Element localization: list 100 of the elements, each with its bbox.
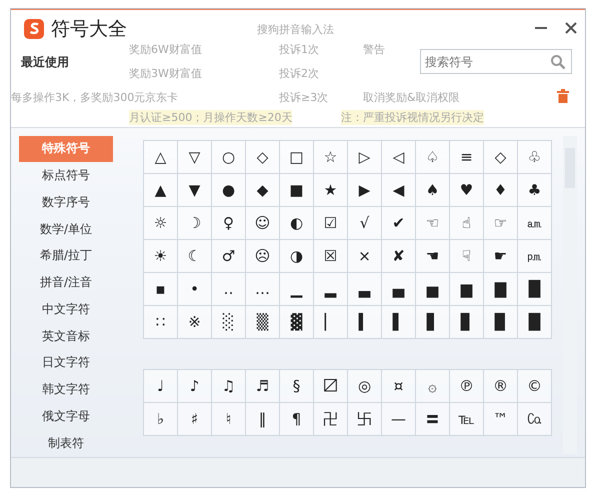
symbol-cell[interactable]: ۞: [416, 370, 450, 403]
symbol-cell[interactable]: ㏂: [518, 207, 552, 240]
symbol-cell[interactable]: ▂: [314, 273, 348, 306]
category-tab[interactable]: 英文音标: [19, 323, 113, 349]
symbol-cell[interactable]: ♬: [246, 370, 280, 403]
symbol-cell[interactable]: ‥: [212, 273, 246, 306]
symbol-cell[interactable]: △: [144, 141, 178, 174]
category-tab[interactable]: 日文字符: [19, 350, 113, 376]
symbol-cell[interactable]: █: [518, 306, 552, 339]
symbol-cell[interactable]: ▷: [348, 141, 382, 174]
symbol-cell[interactable]: …: [246, 273, 280, 306]
symbol-cell[interactable]: 卍: [314, 403, 348, 436]
symbol-cell[interactable]: ☹: [246, 240, 280, 273]
category-tab[interactable]: 俄文字母: [19, 404, 113, 430]
trash-icon[interactable]: [557, 89, 569, 103]
symbol-cell[interactable]: ☺: [246, 207, 280, 240]
symbol-cell[interactable]: ◀: [382, 174, 416, 207]
symbol-cell[interactable]: ▉: [484, 306, 518, 339]
symbol-cell[interactable]: ♮: [212, 403, 246, 436]
symbol-cell[interactable]: ♣: [518, 174, 552, 207]
symbol-cell[interactable]: ♪: [178, 370, 212, 403]
symbol-cell[interactable]: ▇: [484, 273, 518, 306]
symbol-cell[interactable]: ™: [484, 403, 518, 436]
symbol-cell[interactable]: •: [178, 273, 212, 306]
symbol-cell[interactable]: ☀: [144, 240, 178, 273]
symbol-cell[interactable]: ㏘: [518, 240, 552, 273]
symbol-cell[interactable]: ▍: [348, 306, 382, 339]
symbol-cell[interactable]: ☾: [178, 240, 212, 273]
symbol-cell[interactable]: ☜: [416, 207, 450, 240]
symbol-cell[interactable]: ☟: [450, 240, 484, 273]
symbol-cell[interactable]: ✘: [382, 240, 416, 273]
symbol-cell[interactable]: ☼: [144, 207, 178, 240]
symbol-cell[interactable]: ×: [348, 240, 382, 273]
symbol-cell[interactable]: ∷: [144, 306, 178, 339]
category-tab[interactable]: 标点符号: [19, 162, 113, 188]
symbol-cell[interactable]: ▋: [416, 306, 450, 339]
symbol-cell[interactable]: ●: [212, 174, 246, 207]
symbol-cell[interactable]: 卐: [348, 403, 382, 436]
search-field[interactable]: 搜索符号: [420, 49, 572, 74]
symbol-cell[interactable]: √: [348, 207, 382, 240]
category-tab[interactable]: 拼音/注音: [19, 270, 113, 296]
symbol-cell[interactable]: ◎: [348, 370, 382, 403]
symbol-cell[interactable]: █: [518, 273, 552, 306]
symbol-cell[interactable]: ◑: [280, 240, 314, 273]
symbol-cell[interactable]: ◇: [246, 141, 280, 174]
symbol-cell[interactable]: ▁: [280, 273, 314, 306]
symbol-cell[interactable]: ♤: [416, 141, 450, 174]
symbol-cell[interactable]: ♠: [416, 174, 450, 207]
symbol-cell[interactable]: ©: [518, 370, 552, 403]
symbol-cell[interactable]: ☒: [314, 240, 348, 273]
symbol-cell[interactable]: ▄: [382, 273, 416, 306]
category-tab[interactable]: 中文字符: [19, 296, 113, 322]
symbol-cell[interactable]: ▶: [348, 174, 382, 207]
category-tab[interactable]: 数学/单位: [19, 216, 113, 242]
category-tab[interactable]: 数字序号: [19, 190, 113, 216]
symbol-cell[interactable]: ▼: [178, 174, 212, 207]
symbol-cell[interactable]: ░: [212, 306, 246, 339]
symbol-cell[interactable]: ♭: [144, 403, 178, 436]
symbol-cell[interactable]: ▓: [280, 306, 314, 339]
symbol-cell[interactable]: ☚: [416, 240, 450, 273]
symbol-cell[interactable]: ▅: [416, 273, 450, 306]
symbol-cell[interactable]: ♯: [178, 403, 212, 436]
symbol-cell[interactable]: ♂: [212, 240, 246, 273]
symbol-cell[interactable]: ◇: [484, 141, 518, 174]
symbol-cell[interactable]: ㏇: [518, 403, 552, 436]
symbol-cell[interactable]: —: [382, 403, 416, 436]
symbol-cell[interactable]: ■: [280, 174, 314, 207]
symbol-cell[interactable]: ▪: [144, 273, 178, 306]
symbol-cell[interactable]: ☽: [178, 207, 212, 240]
symbol-cell[interactable]: ▽: [178, 141, 212, 174]
category-tab[interactable]: 制表符: [19, 430, 113, 456]
symbol-cell[interactable]: ▌: [382, 306, 416, 339]
symbol-cell[interactable]: ☑: [314, 207, 348, 240]
symbol-cell[interactable]: ☞: [484, 207, 518, 240]
symbol-cell[interactable]: ◆: [246, 174, 280, 207]
symbol-cell[interactable]: ¤: [382, 370, 416, 403]
symbol-cell[interactable]: ※: [178, 306, 212, 339]
symbol-cell[interactable]: ♫: [212, 370, 246, 403]
symbol-cell[interactable]: ♀: [212, 207, 246, 240]
symbol-cell[interactable]: ▊: [450, 306, 484, 339]
symbol-cell[interactable]: 〓: [416, 403, 450, 436]
symbol-cell[interactable]: ¶: [280, 403, 314, 436]
symbol-cell[interactable]: §: [280, 370, 314, 403]
category-tab[interactable]: 韩文字符: [19, 376, 113, 402]
symbol-cell[interactable]: ★: [314, 174, 348, 207]
symbol-cell[interactable]: ®: [484, 370, 518, 403]
symbol-cell[interactable]: ℗: [450, 370, 484, 403]
symbol-cell[interactable]: ☆: [314, 141, 348, 174]
symbol-cell[interactable]: ◐: [280, 207, 314, 240]
symbol-cell[interactable]: ☝: [450, 207, 484, 240]
symbol-cell[interactable]: ✔: [382, 207, 416, 240]
symbol-cell[interactable]: ▲: [144, 174, 178, 207]
category-tab[interactable]: 希腊/拉丁: [19, 243, 113, 269]
symbol-cell[interactable]: □: [280, 141, 314, 174]
symbol-cell[interactable]: ▆: [450, 273, 484, 306]
symbol-cell[interactable]: ○: [212, 141, 246, 174]
symbol-cell[interactable]: ♦: [484, 174, 518, 207]
symbol-cell[interactable]: ‖: [246, 403, 280, 436]
symbol-cell[interactable]: ☛: [484, 240, 518, 273]
symbol-cell[interactable]: ♧: [518, 141, 552, 174]
